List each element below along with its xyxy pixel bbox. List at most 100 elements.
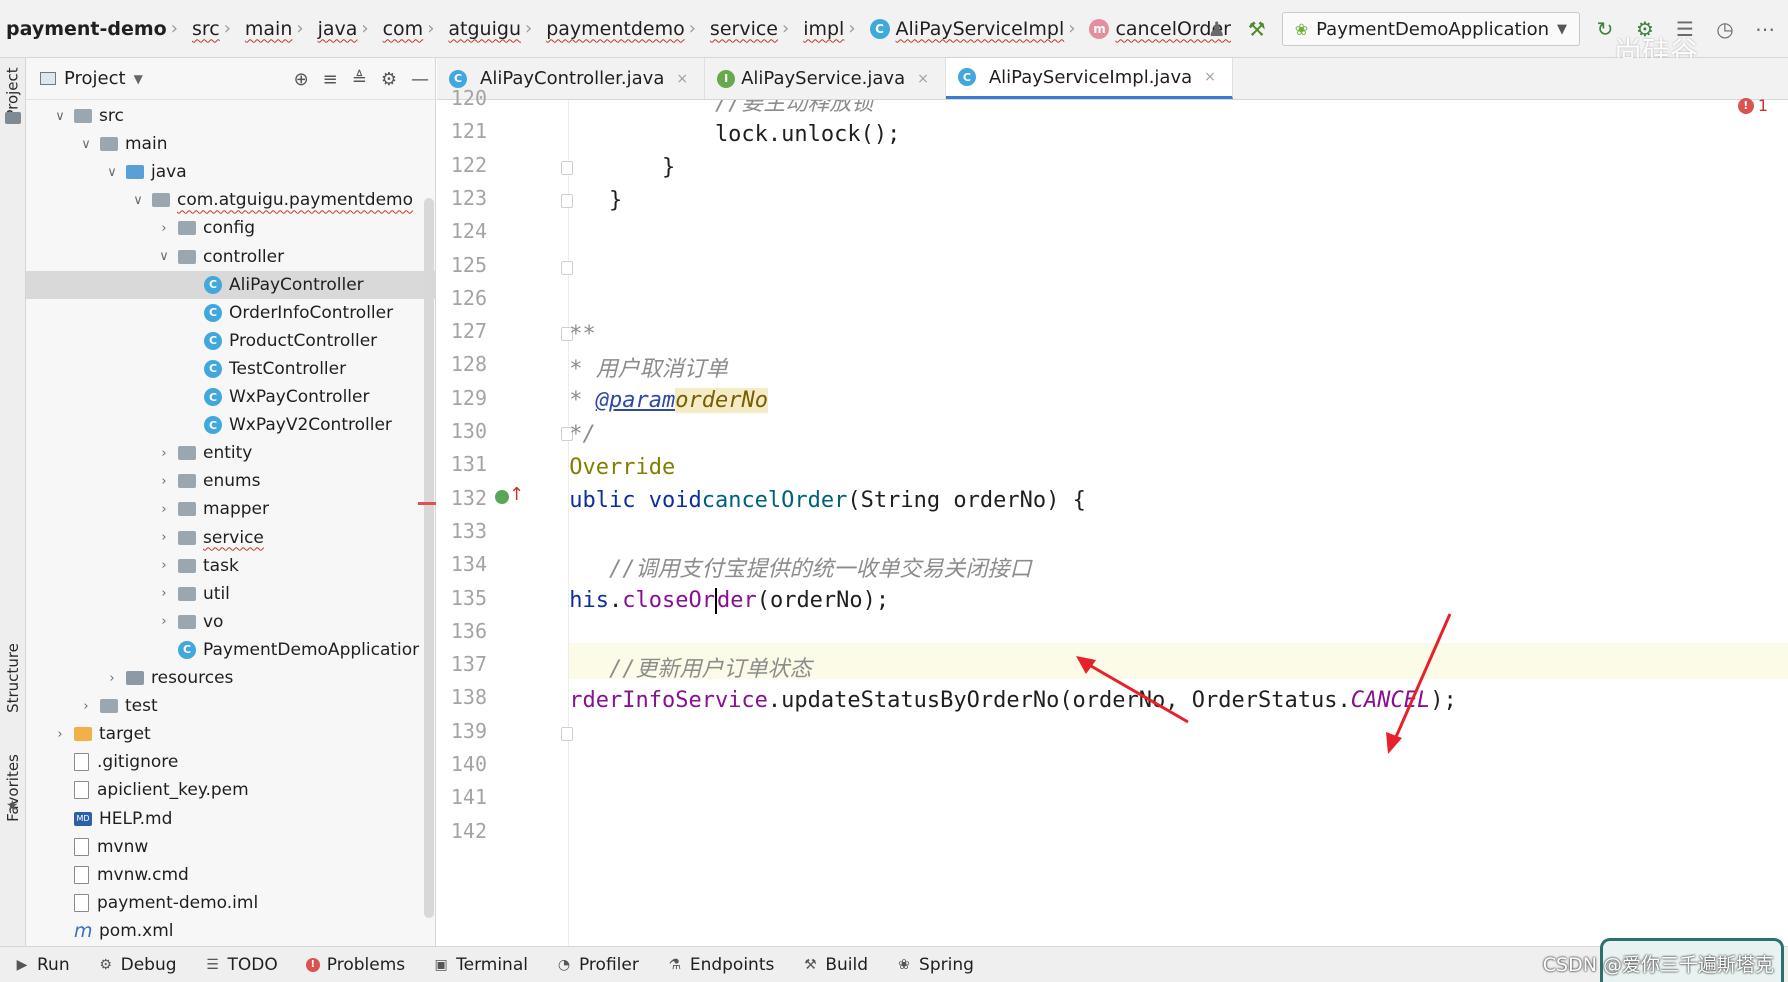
tool-window-terminal[interactable]: ▣ Terminal (419, 947, 542, 982)
tree-item[interactable]: .gitignore (26, 748, 435, 776)
tree-item-label: target (99, 724, 151, 745)
run-config-selector[interactable]: ❀ PaymentDemoApplication ▼ (1281, 12, 1580, 46)
project-scrollbar[interactable] (424, 198, 434, 918)
tree-item[interactable]: m pom.xml (26, 917, 435, 945)
tree-item[interactable]: › vo (26, 608, 435, 636)
chevron-down-icon[interactable]: ∨ (78, 137, 94, 152)
folder-icon (5, 112, 21, 124)
tree-item[interactable]: C WxPayV2Controller (26, 411, 435, 439)
expand-all-icon[interactable]: ≡ (323, 69, 338, 90)
chevron-right-icon[interactable]: › (156, 502, 172, 517)
chevron-right-icon[interactable]: › (52, 727, 68, 742)
tree-item[interactable]: › target (26, 720, 435, 748)
error-indicator[interactable]: ! 1 (1737, 96, 1768, 115)
chevron-down-icon[interactable]: ∨ (156, 249, 172, 264)
code-editor[interactable]: //要主动释放锁 lock.unlock(); } }}/** * 用户取消订单… (569, 100, 1788, 946)
file-icon (74, 837, 89, 856)
tree-item[interactable]: › service (26, 524, 435, 552)
tree-item[interactable]: mvnw (26, 833, 435, 861)
breadcrumb-item[interactable]: C AliPayServiceImpl › (864, 0, 1084, 57)
breadcrumb-item[interactable]: src › (186, 0, 239, 57)
tree-item-label: config (203, 218, 256, 239)
chevron-down-icon[interactable]: ∨ (130, 193, 146, 208)
tool-window-endpoints[interactable]: ⚗ Endpoints (653, 947, 789, 982)
class-icon: C (204, 303, 222, 322)
project-view-selector[interactable]: Project ▼ (40, 68, 143, 89)
breadcrumb-item[interactable]: service › (704, 0, 797, 57)
chevron-right-icon: › (296, 18, 304, 39)
tool-window-todo[interactable]: ☰ TODO (191, 947, 292, 982)
tree-item[interactable]: C TestController (26, 355, 435, 383)
tool-window-build[interactable]: ⚒ Build (788, 947, 882, 982)
tree-item[interactable]: C OrderInfoController (26, 299, 435, 327)
tree-item[interactable]: C ProductController (26, 327, 435, 355)
tree-item[interactable]: ∨ controller (26, 243, 435, 271)
tree-item[interactable]: › enums (26, 467, 435, 495)
chevron-right-icon[interactable]: › (78, 699, 94, 714)
line-number: 137 (450, 652, 487, 677)
tree-item[interactable]: › resources (26, 664, 435, 692)
tool-window-structure[interactable]: Structure (0, 628, 26, 728)
tree-item[interactable]: › config (26, 214, 435, 242)
tree-item-label: mvnw.cmd (97, 864, 189, 885)
tree-item[interactable]: ∨ java (26, 158, 435, 186)
tool-window-problems[interactable]: ! Problems (292, 947, 419, 982)
tree-item[interactable]: › mapper (26, 495, 435, 523)
tree-item[interactable]: › entity (26, 439, 435, 467)
breadcrumb-item[interactable]: main › (239, 0, 312, 57)
chevron-right-icon[interactable]: › (156, 614, 172, 629)
locate-crosshair-icon[interactable]: ⊕ (294, 69, 309, 90)
tree-item[interactable]: mvnw.cmd (26, 861, 435, 889)
more-icon[interactable]: ⋯ (1750, 14, 1780, 44)
tree-item[interactable]: C AliPayController (26, 270, 435, 299)
tree-item[interactable]: payment-demo.iml (26, 889, 435, 917)
breadcrumb-item[interactable]: payment-demo › (0, 0, 186, 57)
chevron-right-icon[interactable]: › (156, 586, 172, 601)
chevron-right-icon[interactable]: › (156, 446, 172, 461)
tree-item-label: OrderInfoController (229, 302, 394, 323)
collapse-all-icon[interactable]: ≜ (352, 69, 367, 90)
chevron-down-icon[interactable]: ∨ (52, 109, 68, 124)
tree-item[interactable]: ∨ src (26, 102, 435, 130)
close-icon[interactable]: × (917, 71, 929, 87)
tool-window-label: Problems (326, 954, 406, 975)
breadcrumb-item[interactable]: paymentdemo › (540, 0, 704, 57)
breadcrumb-item[interactable]: com › (377, 0, 443, 57)
tree-item[interactable]: › util (26, 580, 435, 608)
tree-item[interactable]: apiclient_key.pem (26, 776, 435, 804)
chevron-right-icon[interactable]: › (156, 558, 172, 573)
build-hammer-icon[interactable]: ⚒ (1242, 14, 1272, 44)
minimize-icon[interactable]: — (411, 69, 429, 90)
tree-item[interactable]: ∨ com.atguigu.paymentdemo (26, 186, 435, 214)
breadcrumb-item[interactable]: atguigu › (442, 0, 540, 57)
terminal-icon: ▣ (434, 956, 448, 973)
tree-item[interactable]: C WxPayController (26, 383, 435, 411)
tool-window-debug[interactable]: ⚙ Debug (84, 947, 191, 982)
chevron-right-icon[interactable]: › (156, 474, 172, 489)
chevron-right-icon[interactable]: › (156, 221, 172, 236)
interface-icon: I (717, 69, 736, 88)
chevron-right-icon[interactable]: › (156, 530, 172, 545)
editor-tab[interactable]: C AliPayServiceImpl.java × (945, 58, 1233, 99)
breadcrumb-item[interactable]: impl › (797, 0, 863, 57)
chevron-right-icon[interactable]: › (104, 671, 120, 686)
tree-item[interactable]: ∨ main (26, 130, 435, 158)
close-icon[interactable]: × (676, 71, 688, 87)
code-line: //更新用户订单状态 (569, 657, 812, 683)
tree-item[interactable]: C PaymentDemoApplicatior (26, 636, 435, 664)
tree-item[interactable]: › test (26, 692, 435, 720)
tool-window-profiler[interactable]: ◔ Profiler (542, 947, 653, 982)
editor-tab[interactable]: I AliPayService.java × (705, 58, 946, 99)
chevron-down-icon[interactable]: ∨ (104, 165, 120, 180)
breadcrumb-item[interactable]: java › (312, 0, 377, 57)
close-icon[interactable]: × (1204, 69, 1216, 85)
user-icon[interactable]: ♟ (1202, 14, 1232, 44)
tree-item[interactable]: › task (26, 552, 435, 580)
tool-window-spring[interactable]: ❀ Spring (882, 947, 988, 982)
gear-icon[interactable]: ⚙ (381, 69, 397, 90)
profiler-clock-icon[interactable]: ◷ (1710, 14, 1740, 44)
implements-marker-icon[interactable] (495, 489, 509, 504)
tree-item[interactable]: MD HELP.md (26, 805, 435, 833)
tool-window-run[interactable]: ▶ Run (0, 947, 84, 982)
tool-window-favorites[interactable]: Favorites (0, 738, 26, 838)
